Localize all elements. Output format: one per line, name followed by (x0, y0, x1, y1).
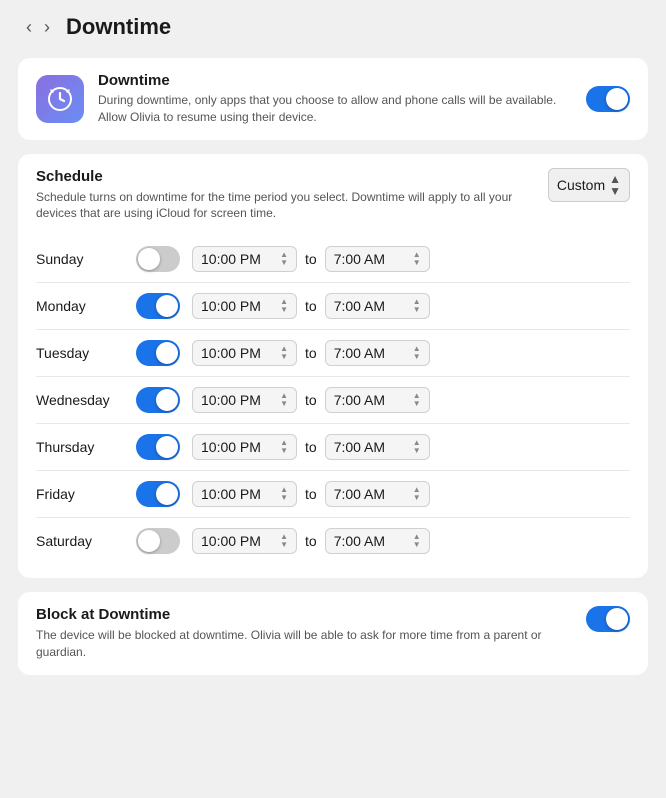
day-toggle-friday[interactable] (136, 481, 180, 507)
to-time-sunday[interactable]: 7:00 AM ▲ ▼ (325, 246, 430, 272)
day-row: Saturday 10:00 PM ▲ ▼ to 7:00 AM ▲ ▼ (36, 517, 630, 564)
page-title: Downtime (66, 14, 171, 40)
to-label: to (305, 486, 317, 502)
from-time-saturday[interactable]: 10:00 PM ▲ ▼ (192, 528, 297, 554)
top-bar: ‹ › Downtime (0, 0, 666, 50)
to-label: to (305, 251, 317, 267)
day-label-friday: Friday (36, 486, 136, 502)
day-row: Thursday 10:00 PM ▲ ▼ to 7:00 AM ▲ ▼ (36, 423, 630, 470)
day-label-thursday: Thursday (36, 439, 136, 455)
day-label-sunday: Sunday (36, 251, 136, 267)
block-at-downtime-card: Block at Downtime The device will be blo… (18, 592, 648, 675)
schedule-title: Schedule (36, 168, 548, 185)
downtime-icon (36, 75, 84, 123)
back-button[interactable]: ‹ (20, 15, 38, 40)
day-label-saturday: Saturday (36, 533, 136, 549)
day-row: Tuesday 10:00 PM ▲ ▼ to 7:00 AM ▲ ▼ (36, 329, 630, 376)
from-time-friday[interactable]: 10:00 PM ▲ ▼ (192, 481, 297, 507)
block-text: Block at Downtime The device will be blo… (36, 606, 572, 661)
from-time-thursday[interactable]: 10:00 PM ▲ ▼ (192, 434, 297, 460)
to-time-friday[interactable]: 7:00 AM ▲ ▼ (325, 481, 430, 507)
from-time-wednesday[interactable]: 10:00 PM ▲ ▼ (192, 387, 297, 413)
schedule-header: Schedule Schedule turns on downtime for … (36, 168, 630, 223)
day-toggle-saturday[interactable] (136, 528, 180, 554)
to-label: to (305, 533, 317, 549)
to-time-tuesday[interactable]: 7:00 AM ▲ ▼ (325, 340, 430, 366)
day-label-monday: Monday (36, 298, 136, 314)
day-label-tuesday: Tuesday (36, 345, 136, 361)
from-time-monday[interactable]: 10:00 PM ▲ ▼ (192, 293, 297, 319)
day-row: Friday 10:00 PM ▲ ▼ to 7:00 AM ▲ ▼ (36, 470, 630, 517)
schedule-card: Schedule Schedule turns on downtime for … (18, 154, 648, 579)
day-toggle-sunday[interactable] (136, 246, 180, 272)
to-label: to (305, 392, 317, 408)
day-toggle-tuesday[interactable] (136, 340, 180, 366)
to-label: to (305, 345, 317, 361)
block-title: Block at Downtime (36, 606, 572, 623)
day-toggle-wednesday[interactable] (136, 387, 180, 413)
to-time-wednesday[interactable]: 7:00 AM ▲ ▼ (325, 387, 430, 413)
block-description: The device will be blocked at downtime. … (36, 627, 572, 661)
downtime-header-text: Downtime During downtime, only apps that… (98, 72, 572, 126)
from-time-sunday[interactable]: 10:00 PM ▲ ▼ (192, 246, 297, 272)
schedule-mode-select[interactable]: Custom ▲▼ (548, 168, 630, 202)
to-label: to (305, 298, 317, 314)
schedule-mode-label: Custom (557, 177, 605, 193)
to-time-monday[interactable]: 7:00 AM ▲ ▼ (325, 293, 430, 319)
schedule-mode-arrows: ▲▼ (609, 173, 621, 197)
day-rows: Sunday 10:00 PM ▲ ▼ to 7:00 AM ▲ ▼ (36, 236, 630, 564)
day-toggle-monday[interactable] (136, 293, 180, 319)
day-label-wednesday: Wednesday (36, 392, 136, 408)
to-time-saturday[interactable]: 7:00 AM ▲ ▼ (325, 528, 430, 554)
day-row: Sunday 10:00 PM ▲ ▼ to 7:00 AM ▲ ▼ (36, 236, 630, 282)
to-time-thursday[interactable]: 7:00 AM ▲ ▼ (325, 434, 430, 460)
day-row: Wednesday 10:00 PM ▲ ▼ to 7:00 AM ▲ ▼ (36, 376, 630, 423)
schedule-description: Schedule turns on downtime for the time … (36, 189, 548, 223)
forward-button[interactable]: › (38, 15, 56, 40)
main-content: Downtime During downtime, only apps that… (0, 50, 666, 693)
day-toggle-thursday[interactable] (136, 434, 180, 460)
downtime-title: Downtime (98, 72, 572, 89)
downtime-header-card: Downtime During downtime, only apps that… (18, 58, 648, 140)
from-time-tuesday[interactable]: 10:00 PM ▲ ▼ (192, 340, 297, 366)
block-at-downtime-toggle[interactable] (586, 606, 630, 632)
downtime-description: During downtime, only apps that you choo… (98, 92, 572, 126)
to-label: to (305, 439, 317, 455)
day-row: Monday 10:00 PM ▲ ▼ to 7:00 AM ▲ ▼ (36, 282, 630, 329)
schedule-title-group: Schedule Schedule turns on downtime for … (36, 168, 548, 223)
downtime-toggle[interactable] (586, 86, 630, 112)
